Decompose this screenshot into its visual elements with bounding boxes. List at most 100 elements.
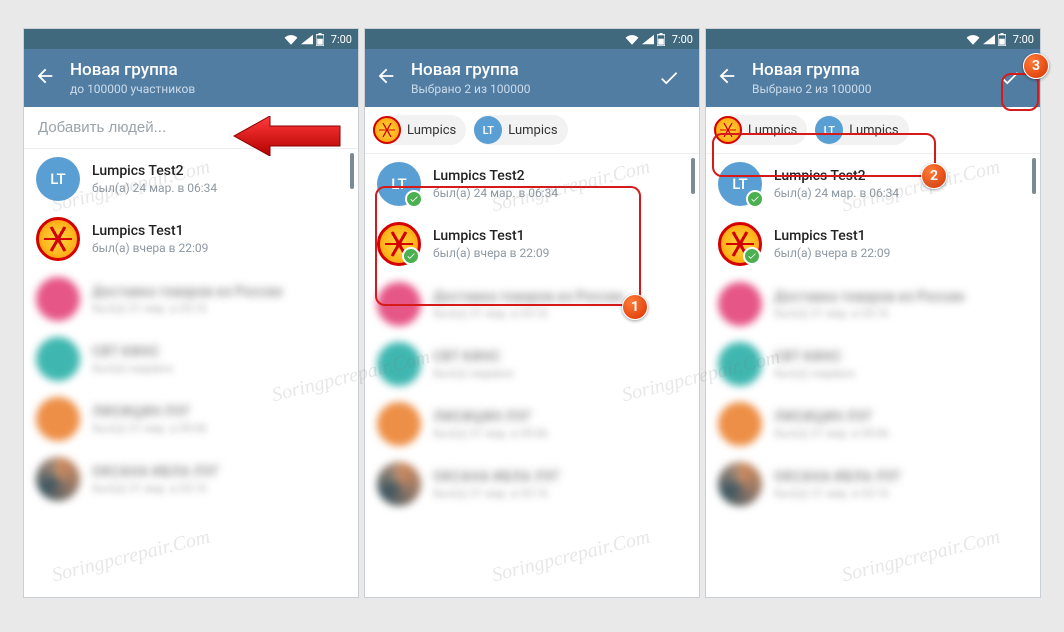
contact-item-blurred[interactable]: Доставка товаров из Россиибыл(а) 31 мар.… (706, 274, 1040, 334)
battery-icon (998, 33, 1006, 46)
chip-label: Lumpics (748, 123, 797, 138)
chip[interactable]: Lumpics (373, 115, 466, 145)
contact-name: Lumpics Test1 (92, 223, 346, 239)
wifi-icon (966, 34, 980, 45)
battery-icon (657, 33, 665, 46)
contacts-list: LT Lumpics Test2 был(а) 24 мар. в 06:34 … (706, 154, 1040, 514)
status-bar: 7:00 (706, 29, 1040, 49)
avatar (377, 222, 421, 266)
add-people-input[interactable] (38, 119, 344, 136)
avatar (377, 282, 421, 326)
avatar (718, 222, 762, 266)
contact-status: был(а) вчера в 22:09 (433, 246, 687, 260)
avatar (36, 337, 80, 381)
contacts-list: LT Lumpics Test2 был(а) 24 мар. в 06:34 … (365, 154, 699, 514)
back-button[interactable] (375, 65, 403, 91)
status-time: 7:00 (331, 33, 352, 46)
avatar: LT (36, 157, 80, 201)
status-time: 7:00 (672, 33, 693, 46)
contact-item-blurred[interactable]: CBT КИНСбыл(а) недавно (706, 334, 1040, 394)
appbar-title: Новая группа (411, 60, 649, 80)
contact-name: Lumpics Test2 (433, 168, 687, 184)
phone-screenshot-3: 7:00 Новая группа Выбрано 2 из 100000 Lu… (705, 28, 1041, 598)
chip-avatar (373, 116, 401, 144)
contact-item[interactable]: LT Lumpics Test2 был(а) 24 мар. в 06:34 (365, 154, 699, 214)
scrollbar[interactable] (691, 158, 695, 194)
contact-name: Lumpics Test1 (774, 228, 1028, 244)
wifi-icon (625, 34, 639, 45)
signal-icon (642, 34, 654, 45)
scrollbar[interactable] (350, 153, 354, 189)
avatar (377, 342, 421, 386)
check-icon (746, 190, 764, 208)
app-bar: Новая группа Выбрано 2 из 100000 (365, 49, 699, 107)
avatar (718, 342, 762, 386)
contact-item-blurred[interactable]: CBT КИНСбыл(а) недавно (365, 334, 699, 394)
contact-item-blurred[interactable]: Доставка товаров из Россиибыл(а) 31 мар.… (24, 269, 358, 329)
appbar-title: Новая группа (70, 60, 348, 80)
chip-avatar: LT (815, 116, 843, 144)
contact-item-blurred[interactable]: Доставка товаров из Россиибыл(а) 31 мар.… (365, 274, 699, 334)
avatar (36, 457, 80, 501)
check-icon (743, 247, 761, 265)
signal-icon (301, 34, 313, 45)
chip[interactable]: Lumpics (714, 115, 807, 145)
avatar (36, 397, 80, 441)
contact-item[interactable]: Lumpics Test1 был(а) вчера в 22:09 (706, 214, 1040, 274)
chip-label: Lumpics (508, 123, 557, 138)
signal-icon (983, 34, 995, 45)
appbar-subtitle: до 100000 участников (70, 82, 348, 96)
back-button[interactable] (34, 65, 62, 91)
status-bar: 7:00 (24, 29, 358, 49)
search-row (24, 107, 358, 149)
contact-item-blurred[interactable]: ЛИСИЦИН ЛУГбыл(а) 31 мар. в 09:06 (365, 394, 699, 454)
contact-item-blurred[interactable]: ОКСАНА ИБЛА ЛУГбыл(а) 31 мар. в 03:16 (706, 454, 1040, 514)
contact-item-blurred[interactable]: ЛИСИЦИН ЛУГбыл(а) 31 мар. в 09:06 (24, 389, 358, 449)
selected-chips: Lumpics LT Lumpics (706, 107, 1040, 154)
check-icon (405, 190, 423, 208)
avatar (718, 282, 762, 326)
avatar: LT (377, 162, 421, 206)
appbar-title: Новая группа (752, 60, 990, 80)
wifi-icon (284, 34, 298, 45)
contact-item[interactable]: Lumpics Test1 был(а) вчера в 22:09 (24, 209, 358, 269)
contact-item-blurred[interactable]: CBT КИНСбыл(а) недавно (24, 329, 358, 389)
chip[interactable]: LT Lumpics (474, 115, 567, 145)
contact-name: Lumpics Test1 (433, 228, 687, 244)
chip-label: Lumpics (849, 123, 898, 138)
contact-status: был(а) 24 мар. в 06:34 (774, 186, 1028, 200)
done-button[interactable] (990, 58, 1030, 98)
avatar (377, 462, 421, 506)
contacts-list: LT Lumpics Test2 был(а) 24 мар. в 06:34 … (24, 149, 358, 509)
status-time: 7:00 (1013, 33, 1034, 46)
back-button[interactable] (716, 65, 744, 91)
phone-screenshot-2: 7:00 Новая группа Выбрано 2 из 100000 Lu… (364, 28, 700, 598)
chip-label: Lumpics (407, 123, 456, 138)
app-bar: Новая группа до 100000 участников (24, 49, 358, 107)
avatar (36, 217, 80, 261)
contact-status: был(а) 24 мар. в 06:34 (433, 186, 687, 200)
avatar (718, 462, 762, 506)
appbar-subtitle: Выбрано 2 из 100000 (411, 82, 649, 96)
done-button[interactable] (649, 58, 689, 98)
avatar (377, 402, 421, 446)
avatar (36, 277, 80, 321)
contact-item[interactable]: LT Lumpics Test2 был(а) 24 мар. в 06:34 (706, 154, 1040, 214)
contact-status: был(а) вчера в 22:09 (774, 246, 1028, 260)
phone-screenshot-1: 7:00 Новая группа до 100000 участников L… (23, 28, 359, 598)
scrollbar[interactable] (1032, 158, 1036, 194)
avatar (718, 402, 762, 446)
contact-item-blurred[interactable]: ОКСАНА ИБЛА ЛУГбыл(а) 31 мар. в 03:16 (365, 454, 699, 514)
contact-item-blurred[interactable]: ОКСАНА ИБЛА ЛУГбыл(а) 31 мар. в 03:16 (24, 449, 358, 509)
avatar: LT (718, 162, 762, 206)
contact-item-blurred[interactable]: ЛИСИЦИН ЛУГбыл(а) 31 мар. в 09:06 (706, 394, 1040, 454)
selected-chips: Lumpics LT Lumpics (365, 107, 699, 154)
chip-avatar (714, 116, 742, 144)
contact-item[interactable]: LT Lumpics Test2 был(а) 24 мар. в 06:34 (24, 149, 358, 209)
check-icon (402, 247, 420, 265)
contact-name: Lumpics Test2 (774, 168, 1028, 184)
chip[interactable]: LT Lumpics (815, 115, 908, 145)
appbar-subtitle: Выбрано 2 из 100000 (752, 82, 990, 96)
contact-item[interactable]: Lumpics Test1 был(а) вчера в 22:09 (365, 214, 699, 274)
chip-avatar: LT (474, 116, 502, 144)
